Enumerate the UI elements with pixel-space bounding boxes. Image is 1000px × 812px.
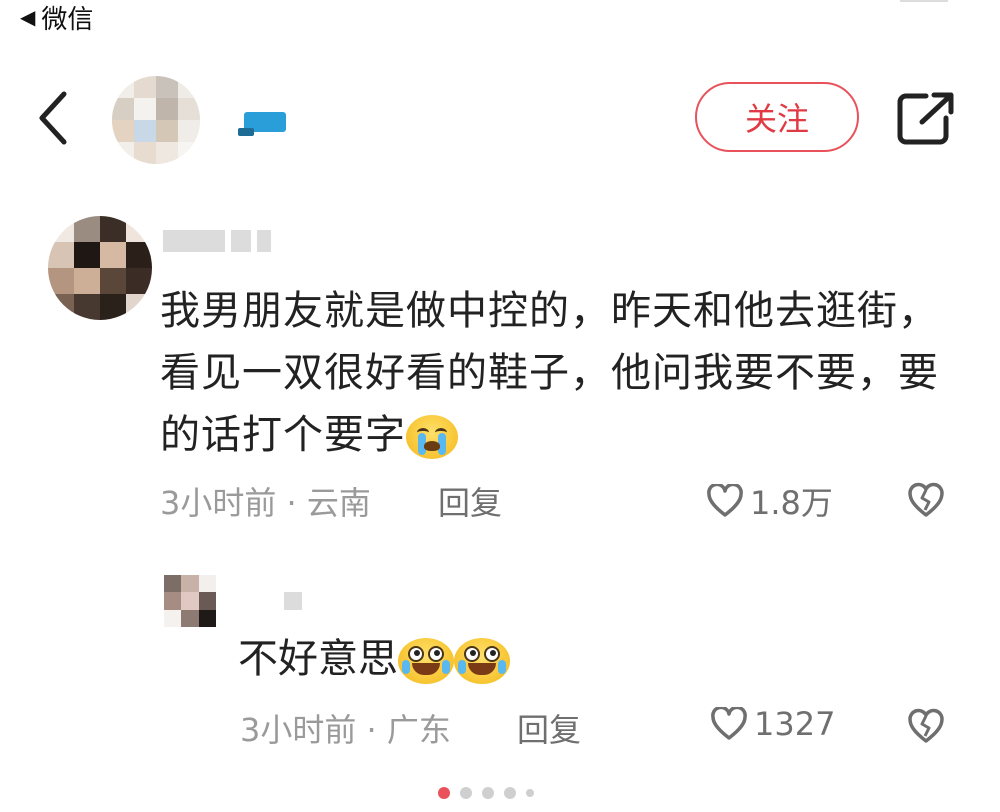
image-pagination-dots — [438, 787, 534, 799]
back-triangle-icon: ◀ — [20, 5, 36, 29]
comment-like-button[interactable]: 1.8万 — [706, 478, 833, 524]
broken-heart-icon[interactable] — [906, 480, 946, 520]
pagination-dot[interactable] — [504, 787, 516, 799]
reply-text: 不好意思 — [238, 636, 398, 682]
pagination-dot[interactable] — [482, 787, 494, 799]
wechat-back-link[interactable]: ◀ 微信 — [20, 0, 94, 35]
commenter-name-blurred — [163, 230, 273, 252]
status-bar-indicator — [900, 0, 948, 2]
follow-button[interactable]: 关注 — [695, 82, 859, 152]
author-avatar[interactable] — [112, 76, 200, 164]
comment-time-location: 3小时前 · 云南 — [160, 484, 371, 522]
share-icon[interactable] — [896, 90, 956, 146]
reply-time-location: 3小时前 · 广东 — [240, 711, 451, 749]
comment-like-count: 1.8万 — [750, 484, 833, 522]
pagination-dot-active[interactable] — [438, 787, 450, 799]
crying-face-icon — [406, 415, 458, 459]
comment-text: 我男朋友就是做中控的，昨天和他去逛街，看见一双很好看的鞋子，他问我要不要，要的话… — [160, 288, 939, 458]
reply-like-button[interactable]: 1327 — [710, 705, 835, 743]
reply-reply-button[interactable]: 回复 — [517, 705, 581, 751]
reply-body: 不好意思 — [238, 628, 510, 690]
heart-icon — [707, 484, 743, 517]
commenter-avatar[interactable] — [48, 216, 152, 320]
embarrassed-face-icon — [398, 638, 454, 684]
pagination-dot[interactable] — [460, 787, 472, 799]
chevron-left-icon[interactable] — [30, 88, 80, 148]
author-name-badge — [238, 112, 286, 136]
reply-like-count: 1327 — [754, 705, 836, 743]
wechat-back-label: 微信 — [41, 4, 94, 35]
comment-body: 我男朋友就是做中控的，昨天和他去逛街，看见一双很好看的鞋子，他问我要不要，要的话… — [160, 280, 960, 466]
replier-name-blurred — [284, 592, 302, 610]
heart-icon — [711, 707, 747, 740]
embarrassed-face-icon — [454, 638, 510, 684]
comment-reply-button[interactable]: 回复 — [438, 478, 502, 524]
replier-avatar[interactable] — [164, 575, 216, 627]
broken-heart-icon[interactable] — [906, 706, 946, 746]
pagination-dot[interactable] — [526, 789, 534, 797]
